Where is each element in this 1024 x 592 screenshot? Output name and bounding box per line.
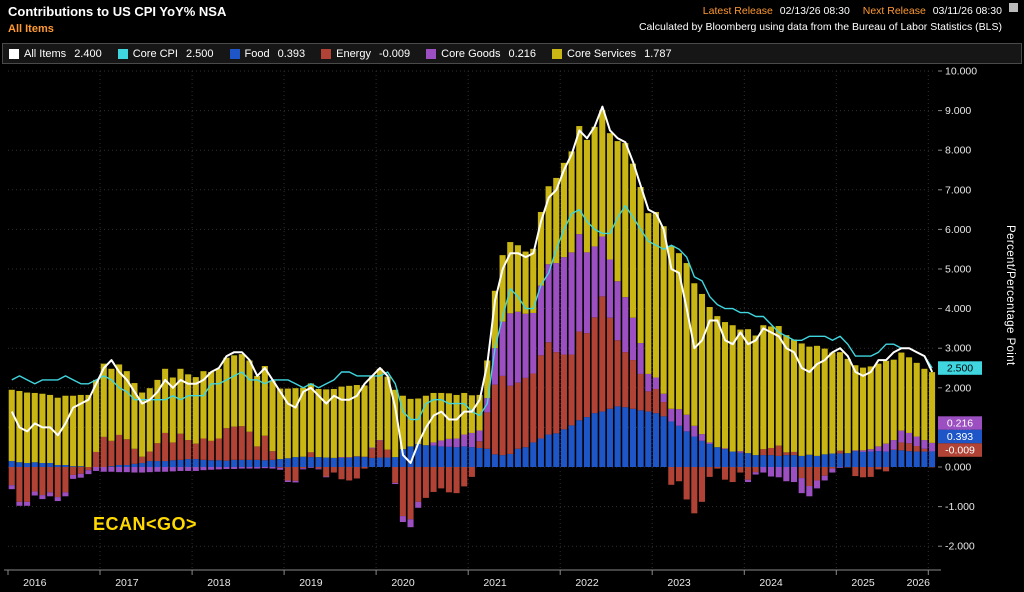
svg-text:0.000: 0.000 [945,462,971,474]
svg-text:2017: 2017 [115,577,139,589]
svg-text:-2.000: -2.000 [945,541,975,553]
ecan-annotation: ECAN<GO> [93,514,198,534]
svg-text:2022: 2022 [575,577,599,589]
legend-label: Core Services [567,47,637,60]
legend-item-energy[interactable]: Energy -0.009 [321,48,410,60]
svg-text:7.000: 7.000 [945,184,971,196]
last-value-badge: 0.216 [938,416,982,430]
svg-text:2.500: 2.500 [947,363,973,375]
legend-value: 2.500 [185,47,214,60]
source-note: Calculated by Bloomberg using data from … [638,21,1002,33]
header-left: Contributions to US CPI YoY% NSA All Ite… [8,4,226,38]
legend-value: 2.400 [74,47,102,60]
x-axis: 2016 2017 2018 2019 2020 2021 2022 2023 2024 2025… [4,569,941,589]
svg-text:10.000: 10.000 [945,66,977,78]
legend-value: 0.393 [277,47,306,60]
svg-text:8.000: 8.000 [945,145,971,157]
legend-swatch [117,48,128,59]
svg-text:9.000: 9.000 [945,105,971,117]
svg-text:2021: 2021 [483,577,507,589]
svg-text:-0.009: -0.009 [945,445,975,457]
cpi-contributions-chart[interactable]: 2016 2017 2018 2019 2020 2021 2022 2023 2024 2025… [0,64,1024,592]
svg-text:2019: 2019 [299,577,323,589]
svg-text:-1.000: -1.000 [945,501,975,513]
legend-item-core-goods[interactable]: Core Goods 0.216 [426,48,536,60]
legend-value: 0.216 [508,47,537,60]
gridlines [8,70,936,570]
header-right: Latest Release 02/13/26 08:30 Next Relea… [639,5,1002,38]
release-info: Latest Release 02/13/26 08:30 Next Relea… [639,5,1002,17]
svg-text:2023: 2023 [667,577,691,589]
latest-release-value: 02/13/26 08:30 [779,5,850,17]
legend-swatch [229,48,240,59]
bloomberg-chart-window: Contributions to US CPI YoY% NSA All Ite… [0,0,1024,592]
svg-text:2018: 2018 [207,577,231,589]
next-release-value: 03/11/26 08:30 [932,5,1002,17]
legend-label: Core CPI [132,47,178,60]
legend-item-all-items[interactable]: All Items 2.400 [9,48,102,60]
svg-text:2024: 2024 [759,577,783,589]
latest-release-label: Latest Release [702,5,773,17]
legend-item-core-services[interactable]: Core Services 1.787 [552,48,672,60]
next-release-label: Next Release [862,5,926,17]
svg-text:0.216: 0.216 [947,418,973,430]
legend-swatch [552,48,563,59]
legend-item-core-cpi[interactable]: Core CPI 2.500 [117,47,214,60]
legend-label: All Items [24,47,67,60]
svg-text:4.000: 4.000 [945,303,971,315]
legend-label: Food [244,47,270,60]
svg-text:6.000: 6.000 [945,224,971,236]
last-value-badge: 0.393 [938,429,982,444]
svg-text:0.393: 0.393 [947,431,973,443]
legend-value: 1.787 [644,47,672,60]
svg-text:2.000: 2.000 [945,382,971,394]
y-axis: 10.000 9.000 8.000 7.000 6.000 5.000 4.000 3.00… [938,66,977,553]
legend-label: Core Goods [441,47,501,60]
chart-header: Contributions to US CPI YoY% NSA All Ite… [0,0,1024,42]
legend-value: -0.009 [378,47,411,60]
legend: All Items 2.400 Core CPI 2.500 Food 0.393 Ener… [2,43,1022,64]
svg-text:2020: 2020 [391,577,415,589]
page-title: Contributions to US CPI YoY% NSA [8,4,227,19]
svg-text:5.000: 5.000 [945,264,971,276]
last-value-badge: 2.500 [938,361,982,375]
svg-text:2026: 2026 [907,577,931,589]
legend-item-food[interactable]: Food 0.393 [229,47,306,60]
svg-text:3.000: 3.000 [945,343,971,355]
legend-swatch [321,48,332,59]
legend-swatch [426,48,437,59]
chart-subtitle[interactable]: All Items [8,23,226,35]
window-control-box[interactable] [1009,3,1018,12]
y-axis-title: Percent/Percentage Point [1004,225,1016,366]
last-value-badge: -0.009 [938,443,982,457]
svg-text:2016: 2016 [23,577,47,589]
legend-label: Energy [336,47,371,60]
legend-swatch [9,48,19,59]
svg-text:2025: 2025 [851,577,875,589]
stacked-bars [8,110,936,528]
